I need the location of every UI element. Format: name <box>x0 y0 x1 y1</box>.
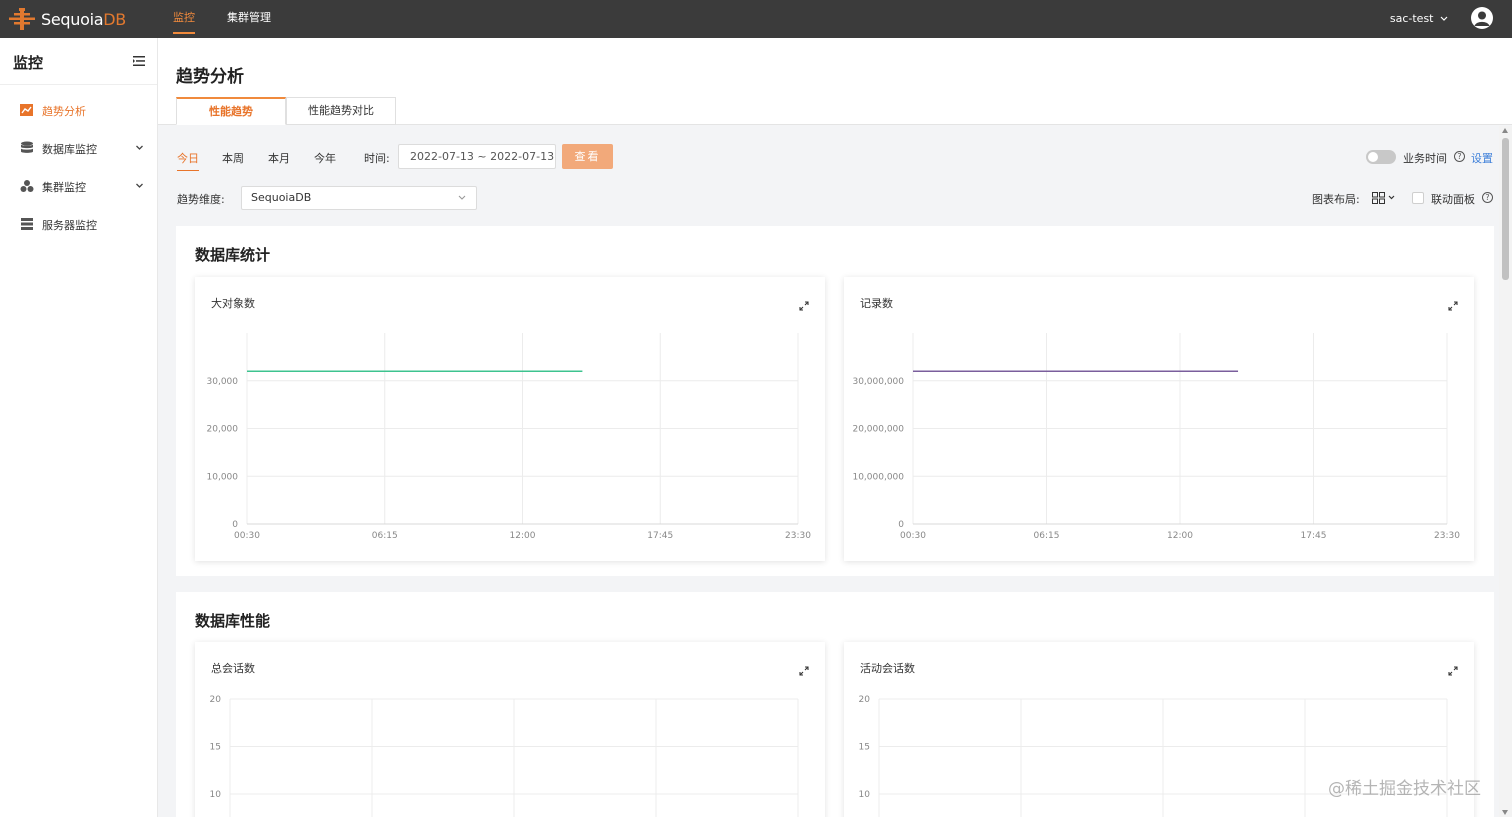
x-tick-label: 12:00 <box>1167 531 1193 541</box>
sidebar-item-label: 集群监控 <box>42 181 86 194</box>
sidebar-item-label: 数据库监控 <box>42 143 97 156</box>
username: sac-test <box>1389 12 1434 25</box>
sidebar-item-label: 服务器监控 <box>42 219 97 232</box>
server-icon <box>21 218 33 230</box>
x-tick-label: 12:00 <box>510 531 536 541</box>
chevron-down-icon <box>136 145 143 150</box>
y-tick-label: 20,000,000 <box>852 425 904 435</box>
y-tick-label: 10 <box>210 790 222 800</box>
scrollbar[interactable] <box>1499 126 1512 817</box>
y-tick-label: 15 <box>859 743 870 753</box>
chart-card-record-count: 记录数 0 10,000,000 20,000,000 30,000,000 00:30… <box>844 277 1474 561</box>
quick-filter-today[interactable]: 今日 <box>177 150 199 171</box>
y-tick-label: 20,000 <box>207 425 239 435</box>
section-title: 数据库统计 <box>195 246 271 264</box>
section-title: 数据库性能 <box>195 612 271 630</box>
y-tick-label: 10,000 <box>207 472 239 482</box>
y-tick-label: 20 <box>859 695 871 705</box>
sidebar-item-database-monitor[interactable]: 数据库监控 <box>0 133 157 163</box>
quick-filter-year[interactable]: 今年 <box>314 150 336 166</box>
view-button[interactable]: 查看 <box>562 144 613 169</box>
chevron-down-icon <box>458 195 466 200</box>
sidebar-divider <box>0 84 157 85</box>
business-time-toggle[interactable] <box>1366 150 1396 164</box>
toggle-knob <box>1368 152 1378 162</box>
x-tick-label: 17:45 <box>1301 531 1327 541</box>
quick-filter-month[interactable]: 本月 <box>268 150 290 166</box>
sidebar-item-cluster-monitor[interactable]: 集群监控 <box>0 171 157 201</box>
section-db-stats: 数据库统计 大对象数 0 10,000 20,000 30,000 00:30 06:15… <box>176 226 1494 576</box>
chevron-down-icon <box>1440 16 1448 21</box>
sidebar: 监控 趋势分析 数据库监控 集群监控 服务器监控 <box>0 38 158 817</box>
page-header: 趋势分析 性能趋势 性能趋势对比 <box>158 38 1512 125</box>
date-range-input[interactable]: 2022-07-13 ~ 2022-07-13 <box>398 144 556 169</box>
section-db-performance: 数据库性能 总会话数 10 15 20 活动会话数 10 15 20 <box>176 592 1494 817</box>
trend-chart-icon <box>20 104 33 116</box>
dimension-select[interactable]: SequoiaDB <box>241 186 477 210</box>
x-tick-label: 00:30 <box>900 531 926 541</box>
quick-filter-week[interactable]: 本周 <box>222 150 244 166</box>
logo-text: SequoiaDB <box>41 9 126 29</box>
x-tick-label: 06:15 <box>372 531 398 541</box>
tab-performance-compare[interactable]: 性能趋势对比 <box>286 97 396 125</box>
scroll-up-icon[interactable] <box>1502 128 1508 133</box>
help-icon[interactable]: ? <box>1454 151 1465 162</box>
x-tick-label: 00:30 <box>234 531 260 541</box>
y-tick-label: 30,000 <box>207 377 239 387</box>
watermark: @稀土掘金技术社区 <box>1328 779 1481 799</box>
layout-label: 图表布局: <box>1312 193 1360 206</box>
x-tick-label: 17:45 <box>647 531 673 541</box>
chevron-down-icon <box>136 183 143 188</box>
record-count-chart: 0 10,000,000 20,000,000 30,000,000 00:30 06:1… <box>852 333 1460 541</box>
x-tick-label: 23:30 <box>785 531 811 541</box>
sidebar-title: 监控 <box>13 54 44 72</box>
sidebar-item-trend-analysis[interactable]: 趋势分析 <box>0 95 157 125</box>
user-icon <box>1474 11 1490 26</box>
x-tick-label: 06:15 <box>1034 531 1060 541</box>
y-tick-label: 20 <box>210 695 222 705</box>
nav-cluster-management[interactable]: 集群管理 <box>227 0 271 38</box>
scroll-thumb[interactable] <box>1502 138 1509 280</box>
sequoiadb-logo-icon <box>9 8 35 30</box>
business-time-label: 业务时间 <box>1403 152 1447 165</box>
database-icon <box>21 141 33 153</box>
time-label: 时间: <box>364 152 390 165</box>
y-tick-label: 10 <box>859 790 871 800</box>
y-tick-label: 30,000,000 <box>852 377 904 387</box>
settings-link[interactable]: 设置 <box>1471 150 1493 166</box>
chart-card-total-sessions: 总会话数 10 15 20 <box>195 642 825 817</box>
linked-panel-checkbox[interactable] <box>1412 192 1424 204</box>
y-tick-label: 0 <box>232 520 238 530</box>
total-sessions-chart: 10 15 20 <box>210 695 799 817</box>
nav-monitor[interactable]: 监控 <box>173 0 195 38</box>
sidebar-item-label: 趋势分析 <box>42 105 86 118</box>
sidebar-item-server-monitor[interactable]: 服务器监控 <box>0 209 157 239</box>
dimension-value: SequoiaDB <box>251 191 312 204</box>
avatar[interactable] <box>1471 7 1493 29</box>
scroll-down-icon[interactable] <box>1502 810 1508 815</box>
y-tick-label: 0 <box>898 520 904 530</box>
menu-collapse-icon[interactable] <box>133 56 145 66</box>
top-bar: SequoiaDB 监控 集群管理 sac-test <box>0 0 1512 38</box>
page-title: 趋势分析 <box>176 67 244 87</box>
y-tick-label: 15 <box>210 743 221 753</box>
logo[interactable]: SequoiaDB <box>6 6 126 32</box>
x-tick-label: 23:30 <box>1434 531 1460 541</box>
lob-count-chart: 0 10,000 20,000 30,000 00:30 06:15 12:00 17:45 2… <box>207 333 811 541</box>
dimension-label: 趋势维度: <box>177 193 225 206</box>
grid-layout-icon[interactable] <box>1372 192 1396 204</box>
chart-card-lob-count: 大对象数 0 10,000 20,000 30,000 00:30 06:15 12:00 1… <box>195 277 825 561</box>
help-icon[interactable]: ? <box>1482 192 1493 203</box>
y-tick-label: 10,000,000 <box>852 472 904 482</box>
linked-panel-label: 联动面板 <box>1431 193 1475 206</box>
tab-performance-trend[interactable]: 性能趋势 <box>176 97 286 125</box>
cluster-icon <box>20 180 34 192</box>
user-menu[interactable]: sac-test <box>1390 12 1448 25</box>
